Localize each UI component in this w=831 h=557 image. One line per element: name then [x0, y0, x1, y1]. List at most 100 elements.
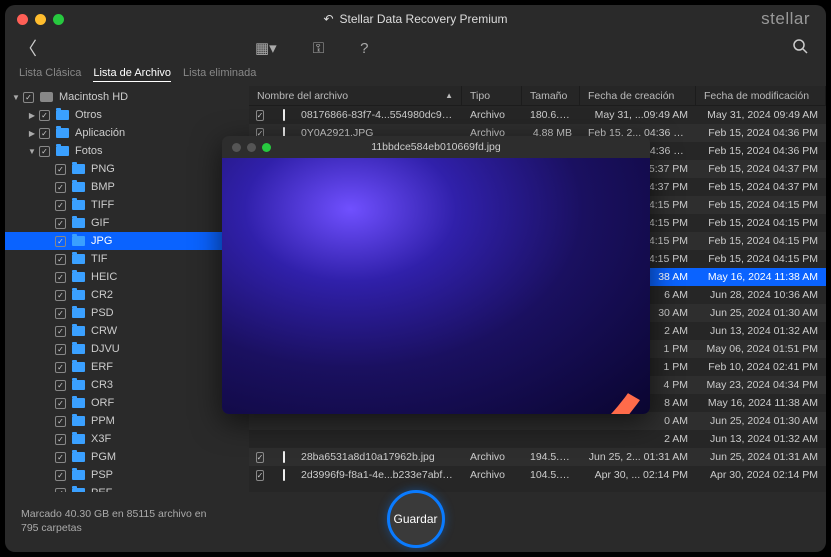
tree-item-psp[interactable]: ✓ PSP [5, 466, 249, 484]
tree-item-fotos[interactable]: ▼✓Fotos [5, 142, 249, 160]
help-icon[interactable]: ? [360, 40, 368, 57]
file-modified: Jun 25, 2024 01:31 AM [696, 451, 826, 463]
checkbox[interactable]: ✓ [55, 182, 66, 193]
checkbox[interactable]: ✓ [55, 380, 66, 391]
file-row[interactable]: ✓08176866-83f7-4...554980dc922.jpgArchiv… [249, 106, 826, 124]
col-type[interactable]: Tipo [462, 86, 522, 105]
folder-icon [72, 380, 85, 390]
grid-view-icon[interactable]: ▦▾ [255, 39, 277, 57]
checkbox[interactable]: ✓ [55, 272, 66, 283]
preview-titlebar: 11bbdce584eb010669fd.jpg [222, 136, 650, 158]
checkbox[interactable]: ✓ [256, 110, 265, 121]
tree-item-ppm[interactable]: ✓PPM [5, 412, 249, 430]
checkbox[interactable]: ✓ [39, 128, 50, 139]
checkbox[interactable]: ✓ [39, 146, 50, 157]
tree-label: TIFF [91, 199, 114, 211]
sort-asc-icon: ▲ [445, 91, 453, 100]
minimize-icon[interactable] [35, 14, 46, 25]
disclosure-icon[interactable]: ▶ [27, 111, 37, 120]
preview-filename: 11bbdce584eb010669fd.jpg [371, 141, 500, 153]
col-name[interactable]: Nombre del archivo▲ [249, 86, 462, 105]
sidebar-tree: ▼✓Macintosh HD▶✓Otros▶✓Aplicación▼✓Fotos… [5, 86, 249, 492]
titlebar: ↶ Stellar Data Recovery Premium stellar [5, 5, 826, 33]
tree-item-pef[interactable]: ✓PEF [5, 484, 249, 492]
file-modified: Feb 15, 2024 04:37 PM [696, 181, 826, 193]
checkbox[interactable]: ✓ [55, 290, 66, 301]
checkbox[interactable]: ✓ [55, 398, 66, 409]
maximize-icon[interactable] [53, 14, 64, 25]
checkbox[interactable]: ✓ [256, 470, 265, 481]
file-row[interactable]: ✓2d3996f9-f8a1-4e...b233e7abf760.jpgArch… [249, 466, 826, 484]
disclosure-icon[interactable]: ▼ [11, 93, 21, 102]
checkbox[interactable]: ✓ [55, 326, 66, 337]
checkbox[interactable]: ✓ [55, 236, 66, 247]
checkbox[interactable]: ✓ [23, 92, 34, 103]
checkbox[interactable]: ✓ [55, 254, 66, 265]
preview-window[interactable]: 11bbdce584eb010669fd.jpg [222, 136, 650, 414]
checkbox[interactable]: ✓ [55, 308, 66, 319]
save-button[interactable]: Guardar [387, 490, 445, 548]
file-modified: Jun 28, 2024 10:36 AM [696, 289, 826, 301]
tab-file-list[interactable]: Lista de Archivo [93, 67, 171, 82]
checkbox[interactable]: ✓ [39, 110, 50, 121]
tree-item-crw[interactable]: ✓CRW [5, 322, 249, 340]
folder-icon [72, 344, 85, 354]
tree-item-otros[interactable]: ▶✓Otros [5, 106, 249, 124]
tree-item-pgm[interactable]: ✓PGM [5, 448, 249, 466]
checkbox[interactable]: ✓ [55, 218, 66, 229]
file-row[interactable]: ✓28ba6531a8d10a17962b.jpgArchivo194.5...… [249, 448, 826, 466]
file-modified: Feb 15, 2024 04:36 PM [696, 145, 826, 157]
col-modified[interactable]: Fecha de modificación [696, 86, 826, 105]
checkbox[interactable]: ✓ [256, 452, 265, 463]
disclosure-icon[interactable]: ▶ [27, 129, 37, 138]
tree-item-orf[interactable]: ✓ORF [5, 394, 249, 412]
maximize-icon[interactable] [262, 143, 271, 152]
tree-item-png[interactable]: ✓PNG [5, 160, 249, 178]
disk-icon [40, 92, 53, 102]
tree-item-jpg[interactable]: ✓JPG [5, 232, 249, 250]
file-name: 28ba6531a8d10a17962b.jpg [293, 451, 462, 463]
traffic-lights [17, 14, 64, 25]
back-button[interactable]: 〈 [19, 35, 37, 61]
tree-item-tif[interactable]: ✓TIF [5, 250, 249, 268]
search-icon[interactable] [792, 38, 808, 58]
tree-item-heic[interactable]: ✓ HEIC [5, 268, 249, 286]
close-icon[interactable] [232, 143, 241, 152]
tree-item-cr2[interactable]: ✓CR2 [5, 286, 249, 304]
undo-icon: ↶ [323, 12, 333, 26]
tree-label: PSP [91, 469, 113, 481]
tree-item-gif[interactable]: ✓GIF [5, 214, 249, 232]
tree-label: HEIC [91, 271, 117, 283]
file-row[interactable]: 2 AMJun 13, 2024 01:32 AM [249, 430, 826, 448]
close-icon[interactable] [17, 14, 28, 25]
file-modified: May 23, 2024 04:34 PM [696, 379, 826, 391]
tree-item-erf[interactable]: ✓ERF [5, 358, 249, 376]
checkbox[interactable]: ✓ [55, 362, 66, 373]
tree-item-djvu[interactable]: ✓ DJVU [5, 340, 249, 358]
disclosure-icon[interactable]: ▼ [27, 147, 37, 156]
file-row[interactable]: 0 AMJun 25, 2024 01:30 AM [249, 412, 826, 430]
col-created[interactable]: Fecha de creación [580, 86, 696, 105]
tree-item-aplicación[interactable]: ▶✓Aplicación [5, 124, 249, 142]
tree-item-psd[interactable]: ✓PSD [5, 304, 249, 322]
checkbox[interactable]: ✓ [55, 452, 66, 463]
tree-label: DJVU [91, 343, 120, 355]
file-created: 2 AM [580, 433, 696, 445]
tree-item-x3f[interactable]: ✓X3F [5, 430, 249, 448]
tab-deleted-list[interactable]: Lista eliminada [183, 67, 256, 82]
key-icon[interactable]: ⚿ [313, 40, 324, 57]
tree-item-tiff[interactable]: ✓ TIFF [5, 196, 249, 214]
checkbox[interactable]: ✓ [55, 470, 66, 481]
tree-item-cr3[interactable]: ✓CR3 [5, 376, 249, 394]
tree-item-bmp[interactable]: ✓BMP [5, 178, 249, 196]
tree-item-macintosh-hd[interactable]: ▼✓Macintosh HD [5, 88, 249, 106]
col-size[interactable]: Tamaño [522, 86, 580, 105]
checkbox[interactable]: ✓ [55, 344, 66, 355]
checkbox[interactable]: ✓ [55, 164, 66, 175]
checkbox[interactable]: ✓ [55, 416, 66, 427]
tab-classic-list[interactable]: Lista Clásica [19, 67, 81, 82]
checkbox[interactable]: ✓ [55, 434, 66, 445]
minimize-icon[interactable] [247, 143, 256, 152]
checkbox[interactable]: ✓ [55, 200, 66, 211]
status-text: Marcado 40.30 GB en 85115 archivo en 795… [21, 508, 221, 535]
